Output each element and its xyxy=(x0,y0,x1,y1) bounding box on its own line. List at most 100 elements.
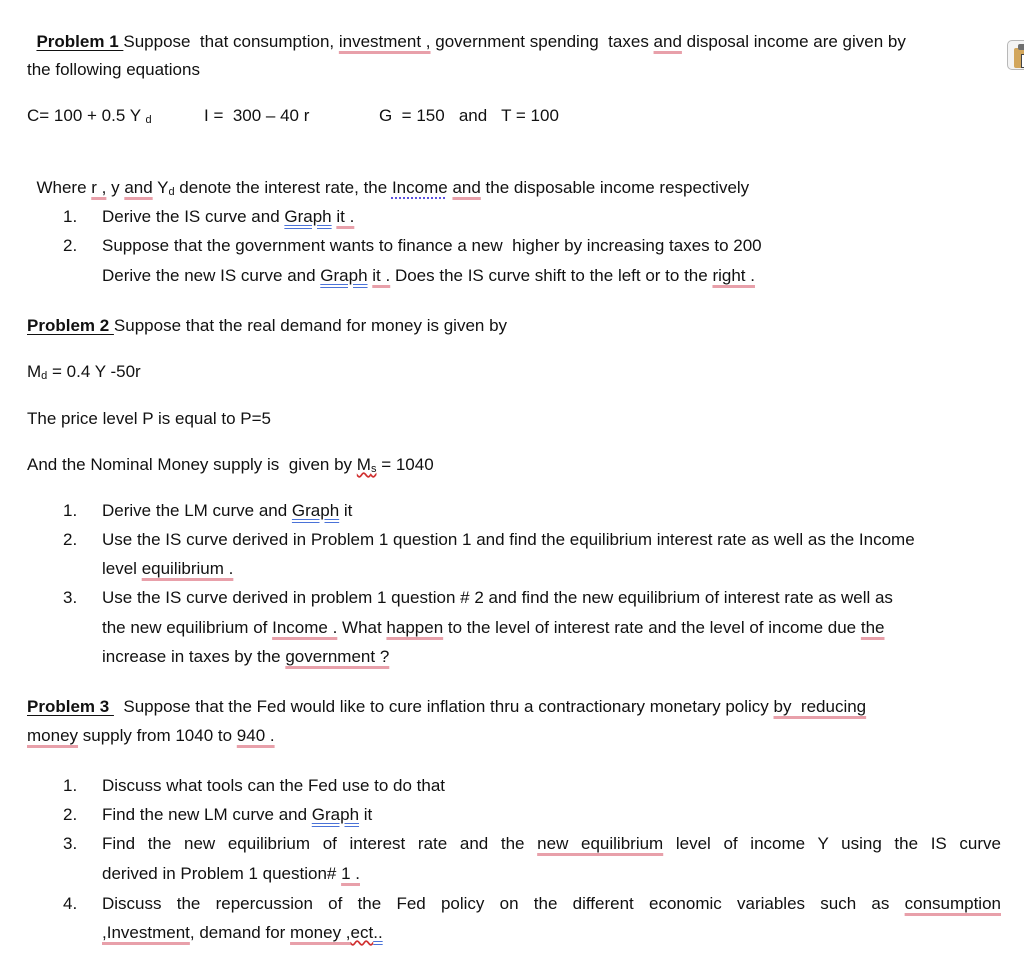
text: Suppose that the Fed would like to cure … xyxy=(113,697,774,716)
spell-flag: happen xyxy=(386,618,444,637)
spell-flag: right . xyxy=(712,266,755,285)
justified-line: Discuss the repercussion of the Fed poli… xyxy=(102,893,1001,915)
spell-flag: and xyxy=(653,32,682,51)
text: supply from 1040 to xyxy=(78,726,237,745)
text: Derive the new IS curve and xyxy=(102,266,321,285)
text: Derive the IS curve and xyxy=(102,207,285,226)
text: it xyxy=(359,805,373,824)
spell-flag: by reducing xyxy=(773,697,867,716)
list-number: 2. xyxy=(63,236,78,255)
clipboard-clip xyxy=(1018,44,1024,50)
text: derived in Problem 1 question# xyxy=(102,864,342,883)
problem3-question3-line1: Find the new equilibrium of interest rat… xyxy=(102,833,1001,855)
text: = 0.4 Y -50r xyxy=(47,362,141,381)
problem2-intro: Problem 2 Suppose that the real demand f… xyxy=(27,315,507,337)
text: level of income Y using the IS curve xyxy=(663,834,1001,853)
problem3-question3-line2: derived in Problem 1 question# 1 . xyxy=(102,863,360,885)
list-number: 1. xyxy=(63,501,78,520)
money-supply: And the Nominal Money supply is given by… xyxy=(27,454,434,480)
problem1-question2-line2: Derive the new IS curve and Graph it . D… xyxy=(102,265,755,287)
list-number: 3. xyxy=(63,588,78,607)
problem3-question4-line2: ,Investment, demand for money ,ect.. xyxy=(102,922,383,944)
text: increase in taxes by the xyxy=(102,647,286,666)
problem1-intro-line1: Problem 1 Suppose that consumption, inve… xyxy=(27,9,906,53)
spell-flag: money , xyxy=(290,923,351,942)
spell-flag: government ? xyxy=(285,647,390,666)
text: level xyxy=(102,559,142,578)
text: Find the new LM curve and xyxy=(102,805,312,824)
spell-flag: it . xyxy=(336,207,355,226)
text: , demand for xyxy=(189,923,291,942)
text: M xyxy=(27,362,42,381)
text: Find the new equilibrium of interest rat… xyxy=(102,834,538,853)
equation-government-taxes: G = 150 and T = 100 xyxy=(379,106,559,125)
list-number: 1. xyxy=(63,776,78,795)
style-flag: Income xyxy=(391,178,448,197)
grammar-flag: Graph xyxy=(291,501,340,520)
spell-flag: it . xyxy=(372,266,391,285)
spell-flag: r , xyxy=(91,178,107,197)
text: Suppose that the real demand for money i… xyxy=(113,316,508,335)
equation-investment: I = 300 – 40 r xyxy=(204,106,310,125)
list-number: 2. xyxy=(63,805,78,824)
problem1-heading: Problem 1 xyxy=(36,32,124,51)
text: = 1040 xyxy=(376,455,434,474)
text: disposal income are given by xyxy=(681,32,906,51)
list-number: 1. xyxy=(63,207,78,226)
text: Does the IS curve shift to the left or t… xyxy=(390,266,713,285)
text: government spending taxes xyxy=(430,32,654,51)
problem1-where-line: Where r , y and Yd denote the interest r… xyxy=(27,155,749,203)
spell-flag: Ms xyxy=(357,455,377,475)
spell-flag: and xyxy=(452,178,481,197)
spell-flag: ect xyxy=(350,923,374,942)
problem2-question3-line2: the new equilibrium of Income . What hap… xyxy=(102,617,885,639)
text: Discuss the repercussion of the Fed poli… xyxy=(102,894,905,913)
justified-line: Find the new equilibrium of interest rat… xyxy=(102,833,1001,855)
text: denote the interest rate, the xyxy=(174,178,392,197)
text: Suppose that consumption, xyxy=(123,32,339,51)
grammar-flag: Graph xyxy=(311,805,360,824)
problem3-heading: Problem 3 xyxy=(27,697,114,716)
grammar-flag: Graph xyxy=(320,266,368,285)
text: C= 100 + 0.5 Y xyxy=(27,106,146,125)
problem1-question2-line1: Suppose that the government wants to fin… xyxy=(102,236,762,255)
list-number: 2. xyxy=(63,530,78,549)
problem1-intro-line2: the following equations xyxy=(27,60,200,79)
problem2-heading: Problem 2 xyxy=(27,316,114,335)
grammar-flag: .. xyxy=(373,923,383,942)
text: What xyxy=(337,618,387,637)
spell-flag: new equilibrium xyxy=(537,834,664,853)
text: y xyxy=(106,178,125,197)
spell-flag: 940 . xyxy=(236,726,275,745)
list-number: 3. xyxy=(63,834,78,853)
text: Where xyxy=(36,178,92,197)
money-demand-equation: Md = 0.4 Y -50r xyxy=(27,361,141,387)
spell-flag: equilibrium . xyxy=(141,559,234,578)
grammar-flag: Graph xyxy=(284,207,332,226)
text: it xyxy=(339,501,353,520)
equation-consumption: C= 100 + 0.5 Y d xyxy=(27,105,152,131)
spell-flag: investment , xyxy=(338,32,431,51)
spell-flag: and xyxy=(124,178,153,197)
problem2-question2-line2: level equilibrium . xyxy=(102,558,233,580)
spell-flag: money xyxy=(27,726,79,745)
text: Derive the LM curve and xyxy=(102,501,292,520)
text: the new equilibrium of xyxy=(102,618,273,637)
problem3-question4-line1: Discuss the repercussion of the Fed poli… xyxy=(102,893,1001,915)
problem2-question3-line3: increase in taxes by the government ? xyxy=(102,646,389,668)
spell-flag: consumption xyxy=(904,894,1001,913)
problem2-question3-line1: Use the IS curve derived in problem 1 qu… xyxy=(102,588,893,607)
problem3-question2: Find the new LM curve and Graph it xyxy=(102,804,372,826)
spell-flag: the xyxy=(860,618,885,637)
problem2-question1: Derive the LM curve and Graph it xyxy=(102,500,352,522)
text: And the Nominal Money supply is given by xyxy=(27,455,357,474)
problem3-intro-line1: Problem 3 Suppose that the Fed would lik… xyxy=(27,696,866,718)
problem3-question1: Discuss what tools can the Fed use to do… xyxy=(102,776,446,795)
clipboard-icon[interactable] xyxy=(1007,40,1024,70)
price-level: The price level P is equal to P=5 xyxy=(27,409,271,428)
spell-flag: 1 . xyxy=(341,864,360,883)
text: the disposable income respectively xyxy=(480,178,750,197)
problem1-question1: Derive the IS curve and Graph it . xyxy=(102,206,354,228)
problem2-question2-line1: Use the IS curve derived in Problem 1 qu… xyxy=(102,530,915,549)
spell-flag: ,Investment xyxy=(102,923,190,942)
